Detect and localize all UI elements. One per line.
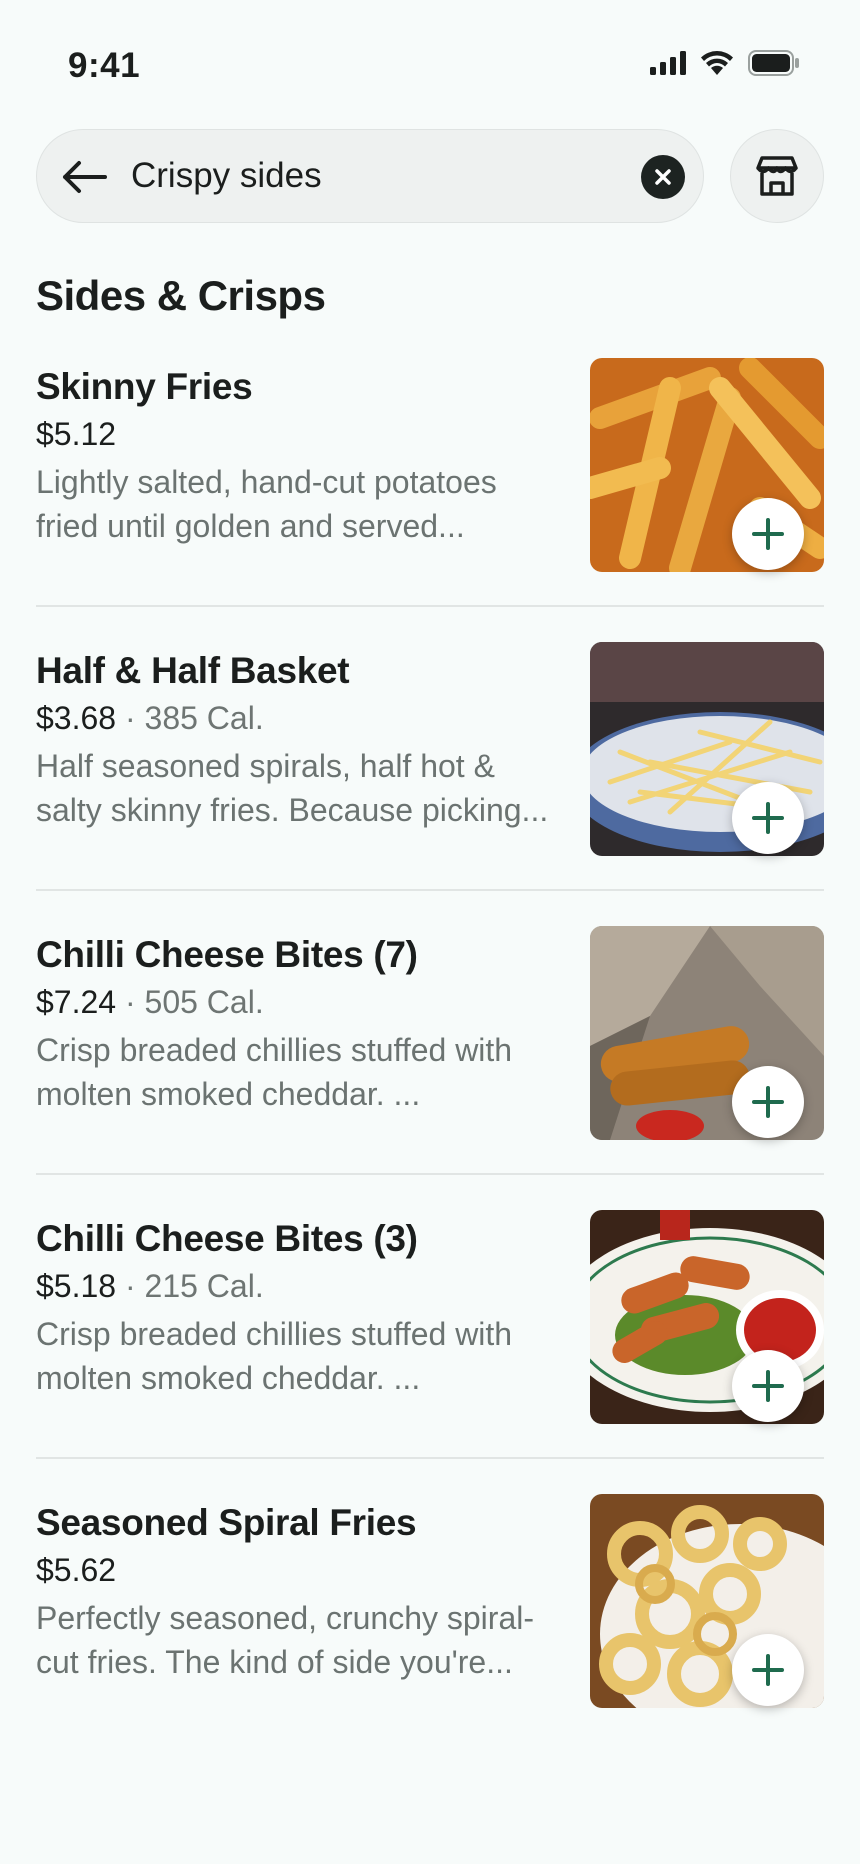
- item-description-line: fried until golden and served...: [36, 508, 465, 544]
- item-description-line: Perfectly seasoned, crunchy spiral-: [36, 1600, 534, 1636]
- item-description: Half seasoned spirals, half hot & salty …: [36, 744, 566, 832]
- plus-icon: [752, 1654, 784, 1686]
- item-name: Chilli Cheese Bites (3): [36, 1218, 418, 1259]
- item-name: Half & Half Basket: [36, 650, 350, 691]
- search-input[interactable]: Crispy sides: [131, 130, 322, 222]
- search-bar[interactable]: Crispy sides: [36, 129, 704, 223]
- item-price-line: $5.62: [36, 1552, 116, 1589]
- plus-icon: [752, 1370, 784, 1402]
- item-price-line: $5.12: [36, 416, 116, 453]
- add-item-button[interactable]: [732, 498, 804, 570]
- item-description-line: molten smoked cheddar. ...: [36, 1076, 421, 1112]
- status-icons: [650, 50, 800, 76]
- wifi-icon: [701, 51, 733, 75]
- item-calories: 505 Cal.: [144, 984, 264, 1020]
- item-name: Skinny Fries: [36, 366, 253, 407]
- item-description-line: Lightly salted, hand-cut potatoes: [36, 464, 497, 500]
- plus-icon: [752, 518, 784, 550]
- item-price: $5.18: [36, 1268, 117, 1304]
- item-description-line: Crisp breaded chillies stuffed with: [36, 1316, 513, 1352]
- item-description-line: molten smoked cheddar. ...: [36, 1360, 421, 1396]
- item-price-line: $5.18 · 215 Cal.: [36, 1268, 264, 1304]
- store-button[interactable]: [730, 129, 824, 223]
- add-item-button[interactable]: [732, 1066, 804, 1138]
- item-name: Chilli Cheese Bites (7): [36, 934, 418, 975]
- cellular-signal-icon: [650, 51, 686, 75]
- item-price: $5.62: [36, 1552, 117, 1588]
- item-calories: 385 Cal.: [144, 700, 264, 736]
- item-divider: [36, 1457, 824, 1459]
- item-divider: [36, 605, 824, 607]
- item-description: Perfectly seasoned, crunchy spiral- cut …: [36, 1596, 566, 1684]
- item-description: Crisp breaded chillies stuffed with molt…: [36, 1312, 566, 1400]
- plus-icon: [752, 802, 784, 834]
- storefront-icon: [756, 156, 798, 196]
- add-item-button[interactable]: [732, 1350, 804, 1422]
- item-description-line: cut fries. The kind of side you're...: [36, 1644, 513, 1680]
- menu-item[interactable]: Skinny Fries $5.12 Lightly salted, hand-…: [0, 358, 860, 642]
- menu-item[interactable]: Chilli Cheese Bites (3) $5.18 · 215 Cal.…: [0, 1210, 860, 1494]
- battery-icon: [748, 50, 799, 76]
- item-name: Seasoned Spiral Fries: [36, 1502, 417, 1543]
- item-divider: [36, 889, 824, 891]
- item-description: Lightly salted, hand-cut potatoes fried …: [36, 460, 566, 548]
- menu-item[interactable]: Seasoned Spiral Fries $5.62 Perfectly se…: [0, 1494, 860, 1778]
- status-time: 9:41: [68, 46, 141, 85]
- add-item-button[interactable]: [732, 1634, 804, 1706]
- item-description-line: Crisp breaded chillies stuffed with: [36, 1032, 513, 1068]
- item-price-line: $7.24 · 505 Cal.: [36, 984, 264, 1020]
- menu-item[interactable]: Half & Half Basket $3.68 · 385 Cal. Half…: [0, 642, 860, 926]
- item-description: Crisp breaded chillies stuffed with molt…: [36, 1028, 566, 1116]
- plus-icon: [752, 1086, 784, 1118]
- menu-item[interactable]: Chilli Cheese Bites (7) $7.24 · 505 Cal.…: [0, 926, 860, 1210]
- item-description-line: Half seasoned spirals, half hot &: [36, 748, 495, 784]
- menu-item-list: Skinny Fries $5.12 Lightly salted, hand-…: [0, 358, 860, 1778]
- arrow-left-icon: [63, 161, 107, 193]
- item-price: $5.12: [36, 416, 117, 452]
- clear-search-button[interactable]: [641, 155, 685, 199]
- add-item-button[interactable]: [732, 782, 804, 854]
- back-button[interactable]: [59, 152, 109, 202]
- close-icon: [655, 169, 671, 185]
- item-description-line: salty skinny fries. Because picking...: [36, 792, 549, 828]
- status-bar: 9:41: [0, 0, 860, 120]
- item-calories: 215 Cal.: [144, 1268, 264, 1304]
- item-price-line: $3.68 · 385 Cal.: [36, 700, 264, 736]
- section-title: Sides & Crisps: [36, 272, 326, 319]
- item-price: $7.24: [36, 984, 117, 1020]
- item-price: $3.68: [36, 700, 117, 736]
- item-divider: [36, 1173, 824, 1175]
